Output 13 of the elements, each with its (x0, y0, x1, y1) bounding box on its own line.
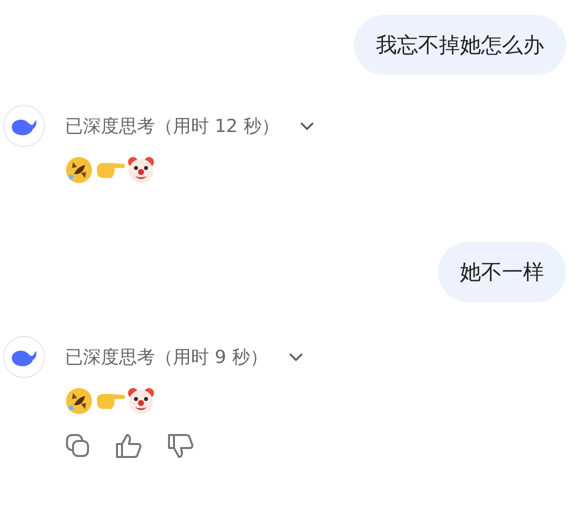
copy-button[interactable] (65, 433, 91, 459)
chevron-icon (288, 352, 304, 362)
thumbs-down-button[interactable] (167, 433, 195, 459)
chevron-icon (299, 121, 316, 131)
thinking-toggle[interactable]: 已深度思考（用时 9 秒） (65, 345, 304, 369)
clown-face-icon (127, 387, 155, 415)
thinking-toggle[interactable]: 已深度思考（用时 12 秒） (65, 114, 316, 138)
user-message-bubble: 我忘不掉她怎么办 (354, 15, 566, 75)
user-message-bubble: 她不一样 (438, 242, 566, 302)
laughing-face-icon (65, 156, 93, 184)
thumbs-up-button[interactable] (115, 433, 143, 459)
laughing-face-icon (65, 387, 93, 415)
clown-face-icon (127, 156, 155, 184)
